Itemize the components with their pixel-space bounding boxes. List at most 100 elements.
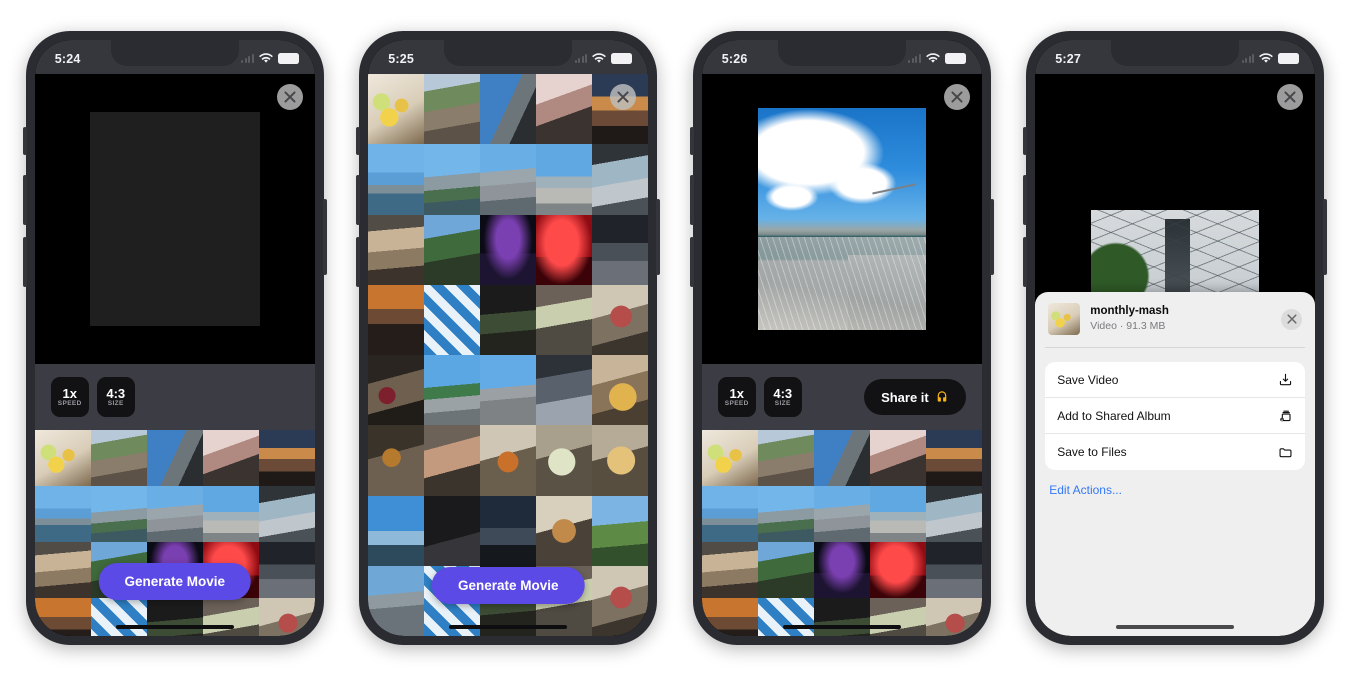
photo-thumbnail[interactable] bbox=[536, 284, 593, 355]
volume-up-button[interactable] bbox=[689, 175, 694, 225]
size-chip[interactable]: 4:3 SIZE bbox=[763, 377, 802, 417]
photo-thumbnail[interactable] bbox=[368, 74, 425, 145]
power-button[interactable] bbox=[989, 199, 994, 275]
volume-up-button[interactable] bbox=[22, 175, 27, 225]
photo-thumbnail[interactable] bbox=[869, 430, 926, 486]
photo-thumbnail[interactable] bbox=[813, 598, 870, 636]
photo-thumbnail[interactable] bbox=[536, 74, 593, 145]
photo-thumbnail[interactable] bbox=[536, 355, 593, 426]
photo-thumbnail[interactable] bbox=[258, 542, 315, 598]
photo-thumbnail[interactable] bbox=[368, 214, 425, 285]
photo-thumbnail[interactable] bbox=[813, 486, 870, 542]
photo-thumbnail[interactable] bbox=[480, 425, 537, 496]
photo-thumbnail[interactable] bbox=[592, 495, 649, 566]
edit-actions-link[interactable]: Edit Actions... bbox=[1045, 483, 1305, 497]
volume-down-button[interactable] bbox=[1023, 237, 1028, 287]
photo-thumbnail[interactable] bbox=[701, 430, 758, 486]
photo-thumbnail[interactable] bbox=[592, 284, 649, 355]
mute-switch[interactable] bbox=[1023, 127, 1028, 155]
close-icon[interactable] bbox=[276, 84, 303, 110]
share-sheet-close-icon[interactable] bbox=[1281, 308, 1303, 330]
photo-thumbnail[interactable] bbox=[424, 425, 481, 496]
photo-thumbnail[interactable] bbox=[592, 144, 649, 215]
photo-thumbnail[interactable] bbox=[202, 486, 259, 542]
action-save-to-files[interactable]: Save to Files bbox=[1045, 434, 1305, 470]
photo-thumbnail[interactable] bbox=[592, 425, 649, 496]
photo-thumbnail[interactable] bbox=[34, 486, 91, 542]
photo-thumbnail[interactable] bbox=[368, 495, 425, 566]
photo-grid-region[interactable]: Generate Movie bbox=[368, 74, 649, 636]
photo-thumbnail[interactable] bbox=[925, 430, 982, 486]
photo-thumbnail[interactable] bbox=[869, 542, 926, 598]
photo-thumbnail[interactable] bbox=[368, 565, 425, 636]
volume-up-button[interactable] bbox=[356, 175, 361, 225]
photo-thumbnail[interactable] bbox=[701, 486, 758, 542]
photo-thumbnail[interactable] bbox=[34, 598, 91, 636]
photo-thumbnail[interactable] bbox=[258, 598, 315, 636]
photo-thumbnail[interactable] bbox=[480, 74, 537, 145]
volume-up-button[interactable] bbox=[1023, 175, 1028, 225]
photo-thumbnail[interactable] bbox=[146, 598, 203, 636]
photo-thumbnail[interactable] bbox=[368, 425, 425, 496]
power-button[interactable] bbox=[656, 199, 661, 275]
photo-thumbnail[interactable] bbox=[202, 430, 259, 486]
photo-thumbnail[interactable] bbox=[757, 542, 814, 598]
photo-thumbnail[interactable] bbox=[925, 486, 982, 542]
share-it-button[interactable]: Share it bbox=[864, 379, 966, 415]
photo-thumbnail[interactable] bbox=[480, 495, 537, 566]
photo-thumbnail[interactable] bbox=[536, 495, 593, 566]
photo-thumbnail[interactable] bbox=[424, 495, 481, 566]
speed-chip[interactable]: 1x SPEED bbox=[50, 377, 89, 417]
photo-thumbnail[interactable] bbox=[869, 486, 926, 542]
photo-thumbnail[interactable] bbox=[869, 598, 926, 636]
photo-grid-region[interactable] bbox=[701, 430, 982, 636]
photo-thumbnail[interactable] bbox=[90, 486, 147, 542]
photo-thumbnail[interactable] bbox=[146, 486, 203, 542]
photo-thumbnail[interactable] bbox=[813, 430, 870, 486]
photo-thumbnail[interactable] bbox=[146, 430, 203, 486]
photo-thumbnail[interactable] bbox=[592, 214, 649, 285]
speed-chip[interactable]: 1x SPEED bbox=[717, 377, 756, 417]
photo-thumbnail[interactable] bbox=[424, 74, 481, 145]
photo-thumbnail[interactable] bbox=[480, 355, 537, 426]
photo-thumbnail[interactable] bbox=[424, 284, 481, 355]
photo-thumbnail[interactable] bbox=[34, 430, 91, 486]
action-save-video[interactable]: Save Video bbox=[1045, 362, 1306, 398]
photo-thumbnail[interactable] bbox=[592, 355, 649, 426]
photo-thumbnail[interactable] bbox=[202, 598, 259, 636]
photo-thumbnail[interactable] bbox=[925, 542, 982, 598]
photo-grid[interactable] bbox=[368, 74, 649, 636]
size-chip[interactable]: 4:3 SIZE bbox=[96, 377, 135, 417]
mute-switch[interactable] bbox=[22, 127, 27, 155]
photo-thumbnail[interactable] bbox=[536, 144, 593, 215]
photo-thumbnail[interactable] bbox=[757, 430, 814, 486]
photo-thumbnail[interactable] bbox=[701, 542, 758, 598]
action-add-shared-album[interactable]: Add to Shared Album bbox=[1045, 398, 1306, 434]
photo-thumbnail[interactable] bbox=[480, 144, 537, 215]
volume-down-button[interactable] bbox=[356, 237, 361, 287]
photo-thumbnail[interactable] bbox=[258, 486, 315, 542]
photo-grid[interactable] bbox=[701, 430, 982, 636]
photo-thumbnail[interactable] bbox=[592, 565, 649, 636]
power-button[interactable] bbox=[322, 199, 327, 275]
photo-thumbnail[interactable] bbox=[258, 430, 315, 486]
photo-thumbnail[interactable] bbox=[813, 542, 870, 598]
photo-thumbnail[interactable] bbox=[368, 144, 425, 215]
generate-movie-button[interactable]: Generate Movie bbox=[98, 563, 252, 600]
photo-thumbnail[interactable] bbox=[480, 214, 537, 285]
photo-thumbnail[interactable] bbox=[424, 144, 481, 215]
generate-movie-button[interactable]: Generate Movie bbox=[431, 567, 585, 604]
photo-grid[interactable] bbox=[34, 430, 315, 636]
photo-thumbnail[interactable] bbox=[701, 598, 758, 636]
close-icon[interactable] bbox=[943, 84, 970, 110]
photo-grid-region[interactable]: Generate Movie bbox=[34, 430, 315, 636]
photo-thumbnail[interactable] bbox=[90, 430, 147, 486]
mute-switch[interactable] bbox=[356, 127, 361, 155]
photo-thumbnail[interactable] bbox=[480, 284, 537, 355]
photo-thumbnail[interactable] bbox=[90, 598, 147, 636]
photo-thumbnail[interactable] bbox=[536, 214, 593, 285]
photo-thumbnail[interactable] bbox=[536, 425, 593, 496]
photo-thumbnail[interactable] bbox=[424, 355, 481, 426]
mute-switch[interactable] bbox=[689, 127, 694, 155]
volume-down-button[interactable] bbox=[22, 237, 27, 287]
